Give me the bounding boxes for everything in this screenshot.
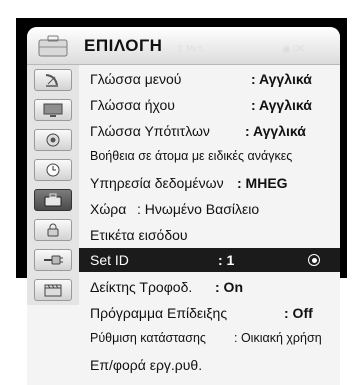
usb-movie-icon xyxy=(42,282,64,298)
menu-item-label: Ρύθμιση κατάστασης xyxy=(90,331,206,345)
menu-item-mode-setting[interactable]: Ρύθμιση κατάστασης : Οικιακή χρήση xyxy=(79,327,340,351)
navigation-arrows-icon: ⇳ xyxy=(176,44,185,55)
menu-item-value: : MHEG xyxy=(237,175,288,191)
menu-item-label: Γλώσσα Υπότιτλων xyxy=(90,123,210,139)
menu-item-label: Ετικέτα εισόδου xyxy=(90,227,188,243)
menu-item-label: Γλώσσα μενού xyxy=(90,71,182,87)
move-hint: ⇳ Μετ. xyxy=(176,44,205,55)
menu-item-label: Δείκτης Τροφοδ. xyxy=(90,279,193,295)
menu-item-value: : 1 xyxy=(218,252,235,268)
tab-input[interactable] xyxy=(34,249,72,271)
menu-title: ΕΠΙΛΟΓΗ xyxy=(84,36,163,55)
input-plug-icon xyxy=(42,252,64,268)
tab-time[interactable] xyxy=(34,159,72,181)
picture-monitor-icon xyxy=(42,102,64,118)
selected-radio-icon xyxy=(308,254,320,266)
clock-icon xyxy=(42,162,64,178)
option-menu-panel: ΕΠΙΛΟΓΗ ⇳ Μετ. ◉ OK Γλώσσα μενού: Αγγλι… xyxy=(27,27,340,385)
tab-satellite[interactable] xyxy=(34,69,72,91)
menu-item-label: Υπηρεσία δεδομένων xyxy=(90,175,224,191)
menu-item-value: : Οικιακή χρήση xyxy=(234,331,322,345)
menu-item-label: Γλώσσα ήχου xyxy=(90,97,175,113)
menu-item-value: : Αγγλικά xyxy=(251,97,312,113)
menu-item-label: Χώρα xyxy=(90,201,127,217)
tab-usb[interactable] xyxy=(34,279,72,301)
tab-audio[interactable] xyxy=(34,129,72,151)
menu-item-label: Πρόγραμμα Επίδειξης xyxy=(90,305,228,321)
ok-button-icon: ◉ xyxy=(282,44,291,55)
menu-item-value: : Ηνωμένο Βασίλειο xyxy=(137,201,260,217)
lock-icon xyxy=(42,222,64,238)
menu-item-factory-reset[interactable]: Επ/φορά εργ.ρυθ. xyxy=(79,353,340,377)
satellite-dish-icon xyxy=(42,72,64,88)
menu-item-set-id[interactable]: Set ID : 1 xyxy=(79,248,340,272)
menu-item-demo-mode[interactable]: Πρόγραμμα Επίδειξης : Off xyxy=(79,301,340,325)
menu-item-input-label[interactable]: Ετικέτα εισόδου xyxy=(79,223,340,247)
menu-item-data-service[interactable]: Υπηρεσία δεδομένων : MHEG xyxy=(79,171,340,195)
menu-item-value: : Αγγλικά xyxy=(245,123,306,139)
menu-header: ΕΠΙΛΟΓΗ ⇳ Μετ. ◉ OK xyxy=(27,27,340,65)
tab-lock[interactable] xyxy=(34,219,72,241)
tab-picture[interactable] xyxy=(34,99,72,121)
option-briefcase-icon xyxy=(37,34,69,58)
menu-item-subtitle-language[interactable]: Γλώσσα Υπότιτλων : Αγγλικά xyxy=(79,119,340,143)
menu-item-value: : Off xyxy=(284,305,313,321)
menu-item-accessibility[interactable]: Βοήθεια σε άτομα με ειδικές ανάγκες xyxy=(79,145,340,169)
menu-item-label: Επ/φορά εργ.ρυθ. xyxy=(90,357,203,373)
ok-hint: ◉ OK xyxy=(282,44,305,55)
menu-item-country[interactable]: Χώρα : Ηνωμένο Βασίλειο xyxy=(79,197,340,221)
menu-item-power-indicator[interactable]: Δείκτης Τροφοδ. : On xyxy=(79,275,340,299)
option-briefcase-icon xyxy=(42,192,64,208)
menu-item-value: : Αγγλικά xyxy=(251,71,312,87)
category-sidebar xyxy=(27,65,79,305)
menu-item-audio-language[interactable]: Γλώσσα ήχου : Αγγλικά xyxy=(79,93,340,117)
menu-item-label: Set ID xyxy=(90,252,129,268)
menu-item-value: : On xyxy=(215,279,243,295)
menu-item-menu-language[interactable]: Γλώσσα μενού : Αγγλικά xyxy=(79,67,340,91)
menu-item-label: Βοήθεια σε άτομα με ειδικές ανάγκες xyxy=(90,149,293,163)
speaker-icon xyxy=(42,132,64,148)
tab-option[interactable] xyxy=(34,189,72,211)
